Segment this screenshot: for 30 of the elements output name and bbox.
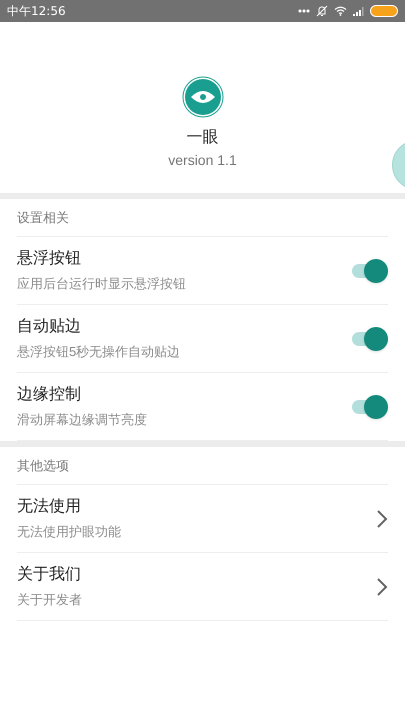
eye-logo-icon xyxy=(182,76,224,118)
wifi-icon xyxy=(334,6,347,16)
setting-subtitle: 无法使用护眼功能 xyxy=(17,522,121,540)
toggle-switch[interactable] xyxy=(352,258,388,282)
setting-subtitle: 悬浮按钮5秒无操作自动贴边 xyxy=(17,342,180,360)
settings-row[interactable]: 无法使用 无法使用护眼功能 xyxy=(17,485,388,553)
setting-title: 边缘控制 xyxy=(17,384,82,404)
settings-row[interactable]: 自动贴边 悬浮按钮5秒无操作自动贴边 xyxy=(17,305,388,373)
setting-subtitle: 滑动屏幕边缘调节亮度 xyxy=(17,410,147,428)
settings-row[interactable]: 悬浮按钮 应用后台运行时显示悬浮按钮 xyxy=(17,237,388,305)
bell-off-icon xyxy=(316,5,328,17)
setting-title: 无法使用 xyxy=(17,496,82,516)
toggle-switch[interactable] xyxy=(352,326,388,350)
setting-title: 悬浮按钮 xyxy=(17,248,82,268)
setting-title: 自动贴边 xyxy=(17,316,82,336)
settings-row[interactable]: 关于我们 关于开发者 xyxy=(17,553,388,621)
section-header: 设置相关 xyxy=(17,208,69,227)
app-version: version 1.1 xyxy=(168,151,237,169)
status-time: 中午12:56 xyxy=(7,3,66,20)
battery-icon xyxy=(370,5,398,17)
section-header: 其他选项 xyxy=(17,456,69,475)
setting-subtitle: 关于开发者 xyxy=(17,590,82,608)
signal-icon xyxy=(353,6,364,16)
more-dots-icon xyxy=(298,9,310,13)
toggle-switch[interactable] xyxy=(352,394,388,418)
chevron-right-icon xyxy=(376,576,388,596)
app-name: 一眼 xyxy=(186,128,218,148)
chevron-right-icon xyxy=(376,508,388,528)
setting-title: 关于我们 xyxy=(17,564,82,584)
setting-subtitle: 应用后台运行时显示悬浮按钮 xyxy=(17,274,186,292)
